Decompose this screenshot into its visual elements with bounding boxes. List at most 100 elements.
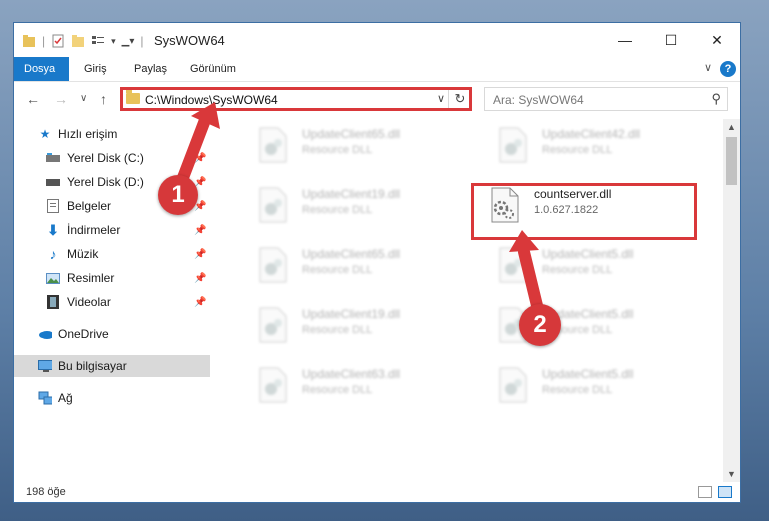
scroll-thumb[interactable] (726, 137, 737, 185)
sidebar-item-label: Hızlı erişim (58, 127, 118, 141)
star-icon: ★ (39, 127, 51, 141)
dll-file-icon (259, 367, 287, 403)
file-name: UpdateClient5.dll (542, 247, 634, 261)
computer-icon (38, 359, 52, 373)
item-count: 198 öğe (26, 486, 66, 498)
search-input[interactable]: Ara: SysWOW64 (493, 93, 584, 107)
video-icon (46, 295, 60, 309)
file-tile[interactable]: UpdateClient5.dll Resource DLL (470, 363, 670, 413)
minimize-button[interactable]: — (602, 23, 648, 57)
address-bar[interactable]: C:\Windows\SysWOW64 ∨ ↻ (120, 87, 472, 111)
picture-icon (46, 271, 60, 285)
file-tile[interactable]: UpdateClient63.dll Resource DLL (230, 363, 430, 413)
customize-icon[interactable] (91, 34, 105, 48)
search-icon[interactable]: ⚲ (711, 91, 721, 107)
file-explorer-window: | ▾ ▁▾ | SysWOW64 — ☐ ✕ Dosya Giriş Payl… (13, 22, 741, 503)
tab-paylas[interactable]: Paylaş (124, 57, 177, 81)
sidebar-item-this-pc[interactable]: Bu bilgisayar (14, 355, 210, 377)
forward-button[interactable]: → (54, 91, 68, 107)
sidebar-item-label: Videolar (67, 295, 111, 309)
file-tile[interactable]: UpdateClient19.dll Resource DLL (230, 303, 430, 353)
file-name: UpdateClient65.dll (302, 247, 401, 261)
file-name: UpdateClient19.dll (302, 307, 401, 321)
sidebar-item-disk-c[interactable]: Yerel Disk (C:) 📌 (14, 147, 210, 169)
status-bar: 198 öğe (14, 482, 740, 502)
view-buttons (698, 486, 732, 498)
navigation-bar: ← → ∨ ↑ C:\Windows\SysWOW64 ∨ ↻ Ara: Sys… (14, 82, 740, 116)
network-icon (38, 391, 52, 405)
pin-icon[interactable]: 📌 (194, 273, 206, 284)
file-description: Resource DLL (302, 204, 373, 216)
pin-icon[interactable]: 📌 (194, 297, 206, 308)
ribbon-expand-icon[interactable]: ∨ (704, 61, 712, 74)
dll-file-icon (499, 247, 527, 283)
dll-file-icon (259, 247, 287, 283)
qa-customize-chevron-icon[interactable]: ▁▾ (122, 36, 135, 47)
recent-locations-button[interactable]: ∨ (80, 93, 87, 104)
sidebar-item-label: Müzik (67, 247, 99, 261)
pin-icon[interactable]: 📌 (194, 225, 206, 236)
file-highlight-box (471, 183, 697, 240)
address-dropdown-icon[interactable]: ∨ (437, 92, 445, 105)
pin-icon[interactable]: 📌 (194, 153, 206, 164)
close-button[interactable]: ✕ (694, 23, 740, 57)
details-view-icon[interactable] (698, 486, 712, 498)
file-description: Resource DLL (542, 144, 613, 156)
title-bar: | ▾ ▁▾ | SysWOW64 — ☐ ✕ (14, 23, 740, 57)
sidebar-item-onedrive[interactable]: OneDrive (14, 323, 210, 345)
tiles-view-icon[interactable] (718, 486, 732, 498)
file-name: UpdateClient5.dll (542, 367, 634, 381)
sidebar-item-pictures[interactable]: Resimler 📌 (14, 267, 210, 289)
sidebar-item-videos[interactable]: Videolar 📌 (14, 291, 210, 313)
quick-access-toolbar: | ▾ ▁▾ | (22, 33, 144, 49)
scroll-up-icon[interactable]: ▲ (723, 119, 740, 135)
drive-icon (46, 151, 60, 165)
properties-icon[interactable] (51, 34, 65, 48)
pin-icon[interactable]: 📌 (194, 249, 206, 260)
qa-dropdown-icon[interactable]: ▾ (111, 36, 116, 47)
sidebar-item-label: İndirmeler (67, 223, 121, 237)
navigation-pane: ★ Hızlı erişim Yerel Disk (C:) 📌 Yerel D… (14, 119, 210, 464)
sidebar-item-label: Ağ (58, 391, 73, 405)
folder-icon[interactable] (22, 34, 36, 48)
tab-dosya[interactable]: Dosya (14, 57, 69, 81)
file-name: UpdateClient42.dll (542, 127, 641, 141)
drive-icon (46, 175, 60, 189)
scroll-down-icon[interactable]: ▼ (723, 466, 740, 482)
file-tile[interactable]: UpdateClient65.dll Resource DLL (230, 123, 430, 173)
file-tile[interactable]: UpdateClient5.dll Resource DLL (470, 243, 670, 293)
help-button[interactable]: ? (720, 61, 736, 77)
file-tile[interactable]: UpdateClient19.dll Resource DLL (230, 183, 430, 233)
back-button[interactable]: ← (26, 91, 40, 107)
music-icon: ♪ (49, 246, 57, 262)
file-description: Resource DLL (302, 384, 373, 396)
sidebar-item-label: Belgeler (67, 199, 112, 213)
address-path[interactable]: C:\Windows\SysWOW64 (145, 93, 278, 107)
file-description: Resource DLL (542, 264, 613, 276)
dll-file-icon (499, 367, 527, 403)
sidebar-item-music[interactable]: ♪ Müzik 📌 (14, 243, 210, 265)
file-list: UpdateClient65.dll Resource DLL UpdateCl… (210, 119, 724, 464)
tab-giris[interactable]: Giriş (74, 57, 117, 81)
vertical-scrollbar[interactable]: ▲ ▼ (723, 119, 740, 482)
document-icon (46, 199, 60, 213)
file-name: UpdateClient63.dll (302, 367, 401, 381)
new-folder-icon[interactable] (71, 34, 85, 48)
file-tile[interactable]: UpdateClient65.dll Resource DLL (230, 243, 430, 293)
ribbon-tabs: Dosya Giriş Paylaş Görünüm ∨ ? (14, 57, 740, 82)
separator: | (140, 34, 144, 48)
dll-file-icon (259, 127, 287, 163)
file-tile[interactable]: UpdateClient5.dll Resource DLL (470, 303, 670, 353)
folder-icon (126, 90, 140, 104)
dll-file-icon (259, 187, 287, 223)
sidebar-item-quick-access[interactable]: ★ Hızlı erişim (14, 123, 210, 145)
sidebar-item-downloads[interactable]: ⬇ İndirmeler 📌 (14, 219, 210, 241)
search-box[interactable]: Ara: SysWOW64 ⚲ (484, 87, 728, 111)
sidebar-item-network[interactable]: Ağ (14, 387, 210, 409)
file-tile[interactable]: UpdateClient42.dll Resource DLL (470, 123, 670, 173)
separator: | (42, 34, 46, 48)
tab-gorunum[interactable]: Görünüm (180, 57, 246, 81)
maximize-button[interactable]: ☐ (648, 23, 694, 57)
refresh-button[interactable]: ↻ (448, 88, 471, 110)
up-button[interactable]: ↑ (100, 91, 107, 107)
